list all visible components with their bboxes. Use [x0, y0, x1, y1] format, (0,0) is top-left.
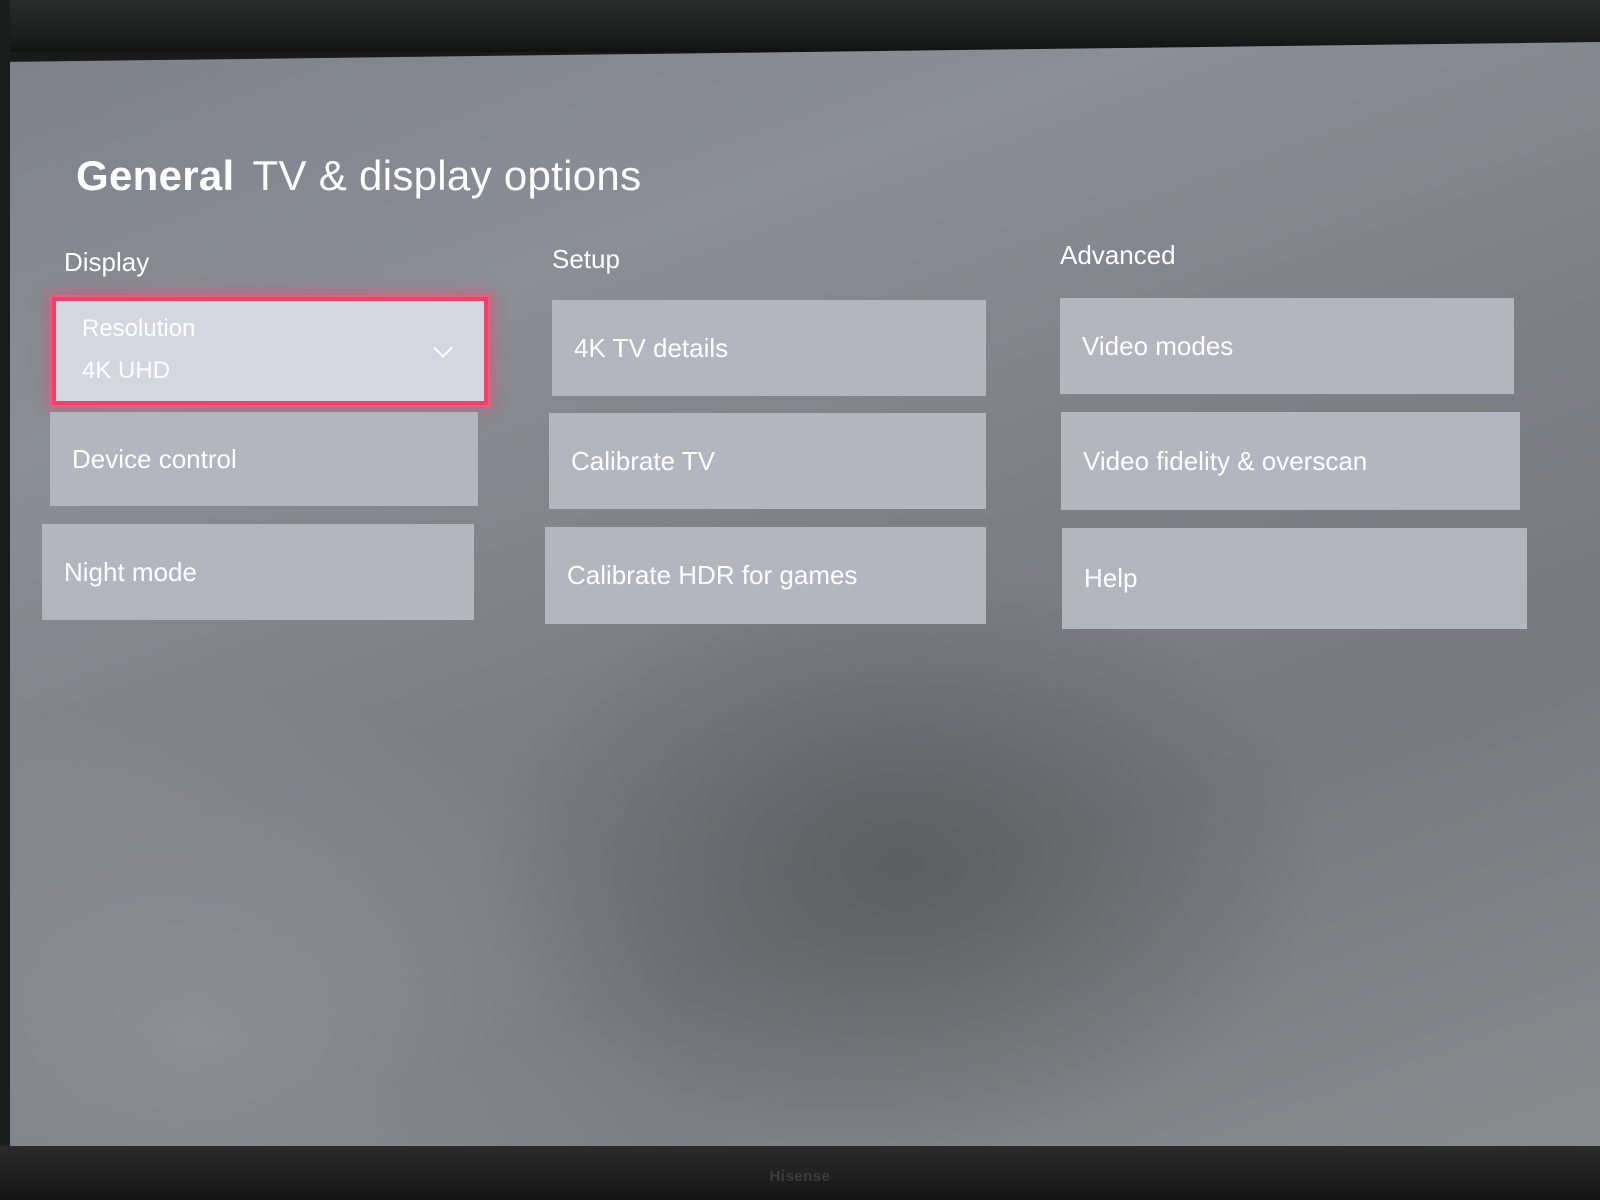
tv-screen: General TV & display options Display Reso… — [0, 42, 1600, 1152]
video-modes-button[interactable]: Video modes — [1060, 298, 1514, 394]
device-control-button[interactable]: Device control — [50, 412, 478, 506]
video-fidelity-button[interactable]: Video fidelity & overscan — [1061, 412, 1520, 510]
help-label: Help — [1084, 563, 1138, 593]
setup-section-heading: Setup — [552, 244, 620, 274]
device-control-label: Device control — [72, 443, 237, 474]
chevron-down-icon — [433, 338, 453, 358]
resolution-dropdown[interactable]: Resolution 4K UHD — [52, 297, 488, 405]
calibrate-tv-button[interactable]: Calibrate TV — [549, 413, 986, 509]
calibrate-hdr-label: Calibrate HDR for games — [567, 560, 858, 590]
tv-bezel-top — [0, 0, 1600, 52]
display-section-heading: Display — [64, 247, 150, 277]
calibrate-hdr-button[interactable]: Calibrate HDR for games — [545, 527, 986, 624]
advanced-section-heading: Advanced — [1060, 240, 1176, 270]
help-button[interactable]: Help — [1062, 528, 1527, 629]
tv-brand-logo: Hisense — [769, 1168, 831, 1185]
tv-bezel-left — [0, 0, 10, 1200]
resolution-value: 4K UHD — [82, 357, 171, 384]
4k-tv-details-button[interactable]: 4K TV details — [552, 300, 986, 396]
page-section-name: General — [76, 152, 235, 199]
video-fidelity-label: Video fidelity & overscan — [1083, 445, 1368, 476]
night-mode-button[interactable]: Night mode — [42, 524, 474, 620]
page-title-text: TV & display options — [252, 152, 642, 199]
4k-tv-details-label: 4K TV details — [574, 332, 729, 363]
video-modes-label: Video modes — [1082, 330, 1234, 361]
calibrate-tv-label: Calibrate TV — [571, 445, 716, 476]
page-title: General TV & display options — [76, 152, 641, 200]
resolution-label: Resolution — [82, 315, 196, 342]
night-mode-label: Night mode — [64, 556, 197, 587]
